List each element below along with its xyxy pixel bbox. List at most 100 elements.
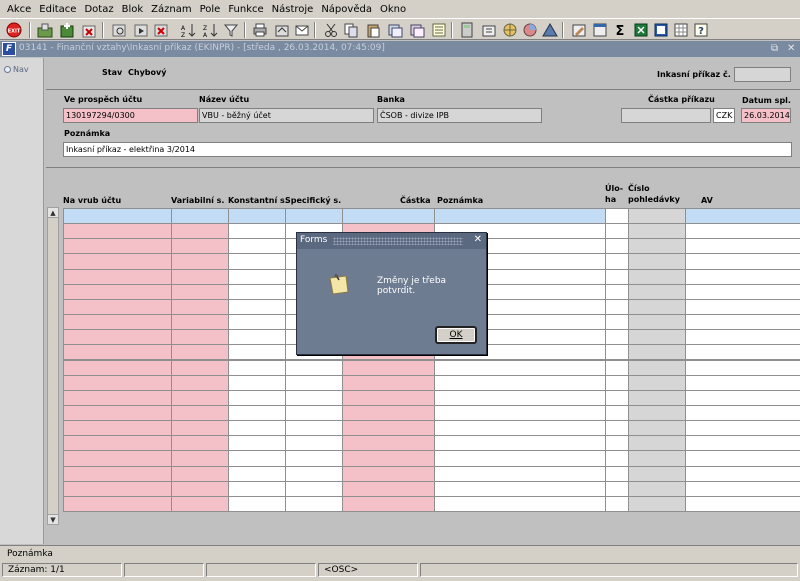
cell-variabilni-s[interactable] (171, 420, 229, 437)
cell-av[interactable] (685, 404, 800, 422)
cell-castka[interactable] (342, 374, 435, 391)
list-of-values-icon[interactable] (431, 22, 447, 38)
cell-konstantni-s[interactable] (228, 223, 286, 240)
cell-na-vrub-uctu[interactable] (63, 480, 172, 497)
cell-castka[interactable] (342, 480, 435, 497)
cell-av[interactable] (685, 223, 800, 240)
exit-icon[interactable]: EXIT (6, 22, 22, 38)
cell-variabilni-s[interactable] (171, 495, 229, 512)
cell-uloha[interactable] (605, 208, 629, 225)
delete-record-icon[interactable] (81, 22, 97, 38)
cell-variabilni-s[interactable] (171, 450, 229, 467)
cell-specificky-s[interactable] (285, 420, 343, 437)
cell-castka[interactable] (342, 389, 435, 406)
dialog-close-icon[interactable]: ✕ (474, 234, 482, 245)
cell-na-vrub-uctu[interactable] (63, 435, 172, 452)
cell-cislo-pohledavky[interactable] (628, 223, 686, 240)
cell-variabilni-s[interactable] (171, 344, 229, 361)
nav-button[interactable]: Nav (4, 65, 29, 74)
cell-av[interactable] (685, 314, 800, 331)
cell-av[interactable] (685, 420, 800, 437)
sort-ascending-icon[interactable]: AZ (180, 22, 196, 39)
cell-variabilni-s[interactable] (171, 268, 229, 285)
cell-castka[interactable] (342, 404, 435, 422)
duplicate-record-icon[interactable] (387, 22, 403, 38)
cell-na-vrub-uctu[interactable] (63, 298, 172, 316)
menu-item[interactable]: Dotaz (80, 4, 117, 15)
cell-uloha[interactable] (605, 329, 629, 346)
cell-na-vrub-uctu[interactable] (63, 389, 172, 406)
cell-av[interactable] (685, 480, 800, 497)
print-icon[interactable] (252, 22, 268, 38)
cell-poznamka[interactable] (434, 389, 606, 406)
cell-poznamka[interactable] (434, 359, 606, 376)
cell-konstantni-s[interactable] (228, 208, 286, 225)
cell-cislo-pohledavky[interactable] (628, 253, 686, 270)
cell-konstantni-s[interactable] (228, 314, 286, 331)
cell-cislo-pohledavky[interactable] (628, 480, 686, 497)
cell-na-vrub-uctu[interactable] (63, 238, 172, 255)
cell-variabilni-s[interactable] (171, 359, 229, 376)
duplicate-field-icon[interactable] (409, 22, 425, 38)
cell-na-vrub-uctu[interactable] (63, 404, 172, 422)
cell-konstantni-s[interactable] (228, 495, 286, 512)
cell-na-vrub-uctu[interactable] (63, 359, 172, 376)
cell-castka[interactable] (342, 495, 435, 512)
cell-av[interactable] (685, 253, 800, 270)
paste-icon[interactable] (365, 22, 381, 38)
cell-cislo-pohledavky[interactable] (628, 465, 686, 482)
cell-na-vrub-uctu[interactable] (63, 314, 172, 331)
cell-uloha[interactable] (605, 420, 629, 437)
cell-na-vrub-uctu[interactable] (63, 253, 172, 270)
menu-item[interactable]: Okno (376, 4, 410, 15)
cell-av[interactable] (685, 344, 800, 361)
cell-av[interactable] (685, 465, 800, 482)
cell-uloha[interactable] (605, 283, 629, 300)
cell-specificky-s[interactable] (285, 450, 343, 467)
cell-av[interactable] (685, 283, 800, 300)
save-icon[interactable] (37, 22, 53, 38)
cell-na-vrub-uctu[interactable] (63, 208, 172, 225)
cell-na-vrub-uctu[interactable] (63, 283, 172, 300)
cell-konstantni-s[interactable] (228, 404, 286, 422)
cell-cislo-pohledavky[interactable] (628, 283, 686, 300)
copy-icon[interactable] (343, 22, 359, 38)
filter-icon[interactable] (223, 22, 239, 38)
scroll-up-icon[interactable]: ▲ (48, 208, 58, 218)
cell-konstantni-s[interactable] (228, 465, 286, 482)
cell-variabilni-s[interactable] (171, 465, 229, 482)
word-icon[interactable] (653, 22, 669, 38)
cell-uloha[interactable] (605, 298, 629, 316)
cell-castka[interactable] (342, 435, 435, 452)
cell-cislo-pohledavky[interactable] (628, 435, 686, 452)
cell-castka[interactable] (342, 450, 435, 467)
cell-cislo-pohledavky[interactable] (628, 420, 686, 437)
cell-variabilni-s[interactable] (171, 223, 229, 240)
poznamka-field[interactable]: Inkasní příkaz - elektřina 3/2014 (63, 142, 792, 157)
cell-castka[interactable] (342, 208, 435, 225)
cell-poznamka[interactable] (434, 420, 606, 437)
cell-konstantni-s[interactable] (228, 480, 286, 497)
cell-specificky-s[interactable] (285, 404, 343, 422)
cell-konstantni-s[interactable] (228, 283, 286, 300)
cell-cislo-pohledavky[interactable] (628, 238, 686, 255)
spreadsheet-icon[interactable] (673, 22, 689, 38)
banka-field[interactable]: ČSOB - divize IPB (377, 108, 542, 123)
help-icon[interactable]: ? (693, 22, 709, 38)
cell-poznamka[interactable] (434, 208, 606, 225)
cell-cislo-pohledavky[interactable] (628, 268, 686, 285)
cell-cislo-pohledavky[interactable] (628, 495, 686, 512)
cell-na-vrub-uctu[interactable] (63, 223, 172, 240)
nazev-uctu-field[interactable]: VBU - běžný účet (199, 108, 374, 123)
edit-icon[interactable] (571, 22, 587, 38)
cell-variabilni-s[interactable] (171, 389, 229, 406)
inkasni-prikaz-field[interactable] (734, 67, 791, 82)
cell-poznamka[interactable] (434, 495, 606, 512)
cell-castka[interactable] (342, 420, 435, 437)
cell-na-vrub-uctu[interactable] (63, 374, 172, 391)
cell-na-vrub-uctu[interactable] (63, 268, 172, 285)
cell-poznamka[interactable] (434, 404, 606, 422)
execute-query-icon[interactable] (133, 22, 149, 38)
cell-poznamka[interactable] (434, 435, 606, 452)
cell-variabilni-s[interactable] (171, 298, 229, 316)
